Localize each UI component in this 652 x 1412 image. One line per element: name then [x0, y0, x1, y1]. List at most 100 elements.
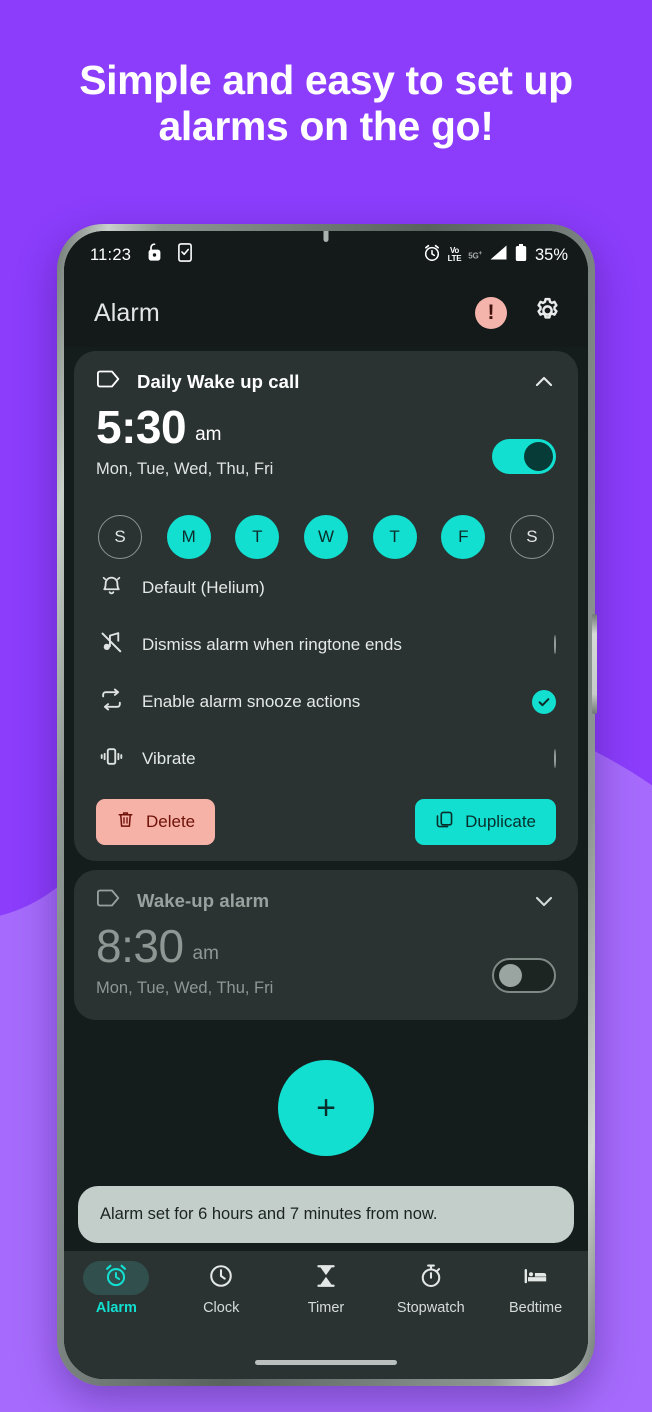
option-toggle-vibrate[interactable]	[554, 748, 556, 768]
toggle-knob	[499, 964, 522, 987]
volte-indicator: VoLTEVoLTE	[447, 246, 462, 263]
nav-label-clock: Clock	[203, 1300, 240, 1316]
day-circle-fri[interactable]: F	[441, 515, 486, 559]
alarm-list: Daily Wake up call 5:30 am Mon, Tue, Wed…	[64, 347, 588, 1251]
bed-icon	[523, 1263, 549, 1294]
battery-icon	[515, 243, 527, 267]
lock-icon	[147, 243, 162, 267]
status-clock: 11:23	[90, 245, 132, 264]
option-label-ringtone: Default (Helium)	[142, 577, 265, 597]
phone-check-icon	[178, 243, 192, 267]
nav-item-bedtime[interactable]: Bedtime	[483, 1261, 588, 1316]
option-toggle-dismiss[interactable]	[554, 634, 556, 654]
radio-unchecked-icon	[554, 634, 556, 654]
tag-icon	[96, 888, 121, 913]
alarm-card-header[interactable]: Daily Wake up call	[96, 369, 556, 394]
bell-ring-icon	[99, 573, 124, 603]
alarm-card-header[interactable]: Wake-up alarm	[96, 888, 556, 913]
radio-checked-icon	[532, 689, 556, 714]
battery-percent: 35%	[534, 245, 568, 264]
option-row-ringtone[interactable]: Default (Helium)	[96, 559, 556, 616]
alarm-clock-icon	[423, 244, 441, 267]
nav-pill-bedtime	[503, 1261, 569, 1295]
day-circle-sat[interactable]: S	[509, 515, 554, 559]
alarm-card-expanded[interactable]: Daily Wake up call 5:30 am Mon, Tue, Wed…	[74, 351, 578, 861]
bottom-nav-wrapper: Alarm Clock Timer Stopwatch Bedtime	[64, 1251, 588, 1379]
nav-label-stopwatch: Stopwatch	[396, 1300, 465, 1316]
copy-icon	[435, 810, 454, 834]
nav-pill-stopwatch	[398, 1261, 464, 1295]
alarm-actions: Delete Duplicate	[96, 799, 556, 845]
repeat-icon	[99, 687, 124, 717]
day-circle-tue[interactable]: T	[235, 515, 280, 559]
alarm-enable-toggle[interactable]	[492, 958, 556, 993]
tag-icon	[96, 369, 121, 394]
option-toggle-snooze[interactable]	[532, 689, 556, 714]
bell-off-icon	[99, 630, 124, 660]
phone-frame: 11:23 VoLTEVoLTE 5G5	[57, 224, 597, 1386]
option-row-snooze[interactable]: Enable alarm snooze actions	[96, 673, 556, 730]
option-label-snooze: Enable alarm snooze actions	[142, 691, 361, 711]
page-title: Alarm	[94, 298, 160, 327]
day-circle-sun[interactable]: S	[98, 515, 142, 559]
radio-unchecked-icon	[554, 748, 556, 768]
network-type-indicator: 5G5G+	[468, 250, 482, 261]
gear-icon[interactable]	[533, 296, 562, 330]
vibrate-icon	[99, 744, 124, 774]
phone-body: 11:23 VoLTEVoLTE 5G5	[64, 231, 588, 1379]
alarm-meridiem: am	[192, 943, 219, 964]
nav-item-stopwatch[interactable]: Stopwatch	[378, 1261, 483, 1316]
warning-exclamation-icon[interactable]: !	[475, 297, 507, 329]
phone-screen: 11:23 VoLTEVoLTE 5G5	[64, 231, 588, 1379]
chevron-down-icon[interactable]	[532, 889, 556, 913]
alarm-time: 5:30	[96, 401, 187, 453]
nav-label-alarm: Alarm	[95, 1300, 137, 1316]
nav-label-bedtime: Bedtime	[508, 1300, 563, 1316]
nav-label-timer: Timer	[307, 1300, 345, 1316]
alarm-time-row[interactable]: 8:30 am	[96, 920, 556, 993]
app-bar-actions: !	[475, 296, 562, 330]
earpiece-speaker	[323, 231, 329, 242]
option-row-vibrate[interactable]: Vibrate	[96, 730, 556, 787]
chevron-up-icon[interactable]	[532, 370, 556, 394]
nav-pill-alarm	[83, 1261, 150, 1295]
day-circle-wed[interactable]: W	[303, 515, 348, 559]
phone-side-button[interactable]	[592, 614, 597, 714]
toggle-knob	[524, 442, 553, 471]
nav-pill-clock	[188, 1261, 254, 1295]
snackbar-message: Alarm set for 6 hours and 7 minutes from…	[100, 1205, 438, 1223]
duplicate-button-label: Duplicate	[465, 812, 536, 831]
add-alarm-fab[interactable]: +	[278, 1060, 374, 1156]
hourglass-icon	[313, 1263, 339, 1294]
plus-icon: +	[316, 1089, 336, 1127]
option-row-dismiss[interactable]: Dismiss alarm when ringtone ends	[96, 616, 556, 673]
day-circle-mon[interactable]: M	[166, 515, 211, 559]
gesture-navigation-bar[interactable]	[255, 1360, 397, 1365]
nav-pill-timer	[293, 1261, 359, 1295]
day-circle-thu[interactable]: T	[372, 515, 417, 559]
status-bar-left: 11:23	[90, 243, 192, 267]
alarm-clock-icon	[103, 1263, 129, 1294]
alarm-enable-toggle[interactable]	[492, 439, 556, 474]
trash-icon	[116, 810, 135, 834]
option-label-vibrate: Vibrate	[142, 748, 196, 768]
nav-item-alarm[interactable]: Alarm	[64, 1261, 169, 1316]
alarm-time: 8:30	[96, 920, 184, 972]
alarm-meridiem: am	[195, 424, 222, 445]
day-selector[interactable]: S M T W T F S	[96, 515, 556, 559]
delete-button[interactable]: Delete	[96, 799, 216, 845]
duplicate-button[interactable]: Duplicate	[415, 799, 556, 845]
nav-item-timer[interactable]: Timer	[274, 1261, 379, 1316]
signal-bars-icon	[489, 244, 508, 266]
alarm-days-summary: Mon, Tue, Wed, Thu, Fri	[96, 460, 274, 478]
alarm-card-collapsed[interactable]: Wake-up alarm 8:30 am Mon, Tue, Wed, Thu…	[74, 870, 578, 1020]
stopwatch-icon	[418, 1263, 444, 1294]
bottom-navigation: Alarm Clock Timer Stopwatch Bedtime	[64, 1251, 588, 1347]
delete-button-label: Delete	[146, 812, 196, 831]
nav-item-clock[interactable]: Clock	[169, 1261, 274, 1316]
status-bar-right: VoLTEVoLTE 5G5G+ 35%	[423, 243, 568, 267]
alarm-label: Wake-up alarm	[137, 889, 270, 911]
alarm-days-summary: Mon, Tue, Wed, Thu, Fri	[96, 979, 274, 997]
alarm-time-row[interactable]: 5:30 am	[96, 401, 556, 474]
promo-headline: Simple and easy to set up alarms on the …	[79, 57, 573, 149]
